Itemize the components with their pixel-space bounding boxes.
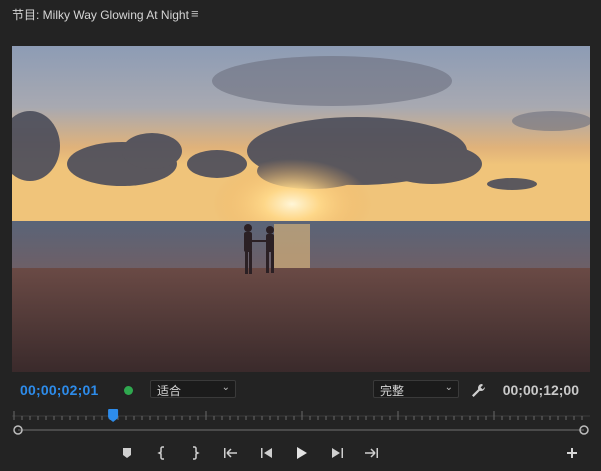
marker-icon[interactable]	[118, 444, 136, 462]
play-icon[interactable]	[293, 444, 311, 462]
step-back-icon[interactable]	[258, 444, 276, 462]
panel-header: 节目: Milky Way Glowing At Night ≡	[0, 0, 601, 28]
zoom-level-value: 适合	[157, 384, 182, 398]
transport-controls	[0, 440, 601, 468]
video-frame	[12, 46, 590, 372]
wrench-icon[interactable]	[469, 382, 487, 400]
playback-resolution-select[interactable]: 完整 ⌄	[373, 380, 459, 398]
plus-icon[interactable]	[563, 444, 581, 462]
timeline-ruler[interactable]	[12, 408, 590, 436]
step-forward-icon[interactable]	[328, 444, 346, 462]
monitor-controls-row: 00;00;02;01 适合 ⌄ 完整 ⌄ 00;00;12;00	[0, 378, 601, 404]
mark-in-icon[interactable]	[153, 444, 171, 462]
current-timecode[interactable]: 00;00;02;01	[20, 382, 98, 398]
go-to-in-icon[interactable]	[222, 444, 240, 462]
zoom-level-select[interactable]: 适合 ⌄	[150, 380, 236, 398]
panel-title: 节目: Milky Way Glowing At Night	[12, 8, 189, 22]
go-to-out-icon[interactable]	[362, 444, 380, 462]
playhead[interactable]	[108, 409, 119, 422]
hamburger-menu-icon[interactable]: ≡	[191, 6, 199, 21]
mark-out-icon[interactable]	[186, 444, 204, 462]
duration-timecode: 00;00;12;00	[502, 382, 579, 398]
status-indicator-dot	[124, 386, 133, 395]
chevron-down-icon: ⌄	[221, 382, 230, 393]
playback-resolution-value: 完整	[380, 384, 405, 398]
chevron-down-icon: ⌄	[444, 382, 453, 393]
program-monitor-viewer[interactable]	[12, 46, 590, 372]
